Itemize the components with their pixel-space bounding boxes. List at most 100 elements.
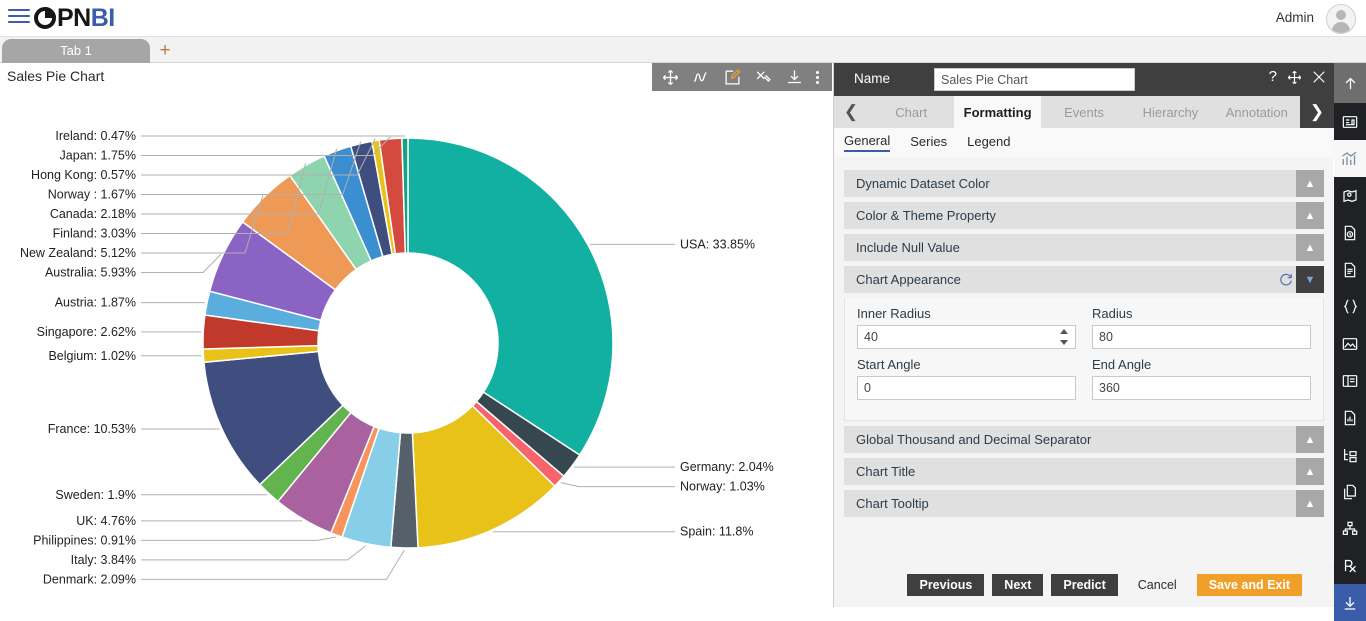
- data-clock-icon[interactable]: [1334, 214, 1366, 251]
- section-title: Color & Theme Property: [856, 208, 996, 223]
- download-icon[interactable]: [1334, 584, 1366, 621]
- tab-annotation[interactable]: Annotation: [1214, 96, 1300, 128]
- app-logo[interactable]: PNBI: [34, 3, 115, 33]
- pie-slice-label: France: 10.53%: [48, 422, 136, 436]
- section-dynamic-dataset-color[interactable]: Dynamic Dataset Color ▲: [844, 170, 1324, 197]
- radius-input[interactable]: [1092, 325, 1311, 349]
- collapse-up-icon[interactable]: [1334, 63, 1366, 103]
- pie-label-leader: [141, 253, 222, 274]
- move-icon[interactable]: [1287, 70, 1302, 85]
- move-icon[interactable]: [661, 68, 679, 86]
- radius-field: Radius: [1092, 306, 1311, 349]
- subtab-general[interactable]: General: [844, 133, 891, 152]
- pie-slice-label: Philippines: 0.91%: [33, 533, 136, 547]
- pie-slice-label: Australia: 5.93%: [45, 266, 136, 280]
- chart-icon[interactable]: [1334, 140, 1366, 177]
- section-include-null-value[interactable]: Include Null Value ▲: [844, 234, 1324, 261]
- inner-radius-stepper[interactable]: [1060, 329, 1069, 345]
- section-chart-title[interactable]: Chart Title ▲: [844, 458, 1324, 485]
- tab-hierarchy[interactable]: Hierarchy: [1127, 96, 1213, 128]
- chevron-left-icon[interactable]: ❮: [834, 96, 868, 128]
- dashboard-icon[interactable]: [1334, 103, 1366, 140]
- radius-label: Radius: [1092, 306, 1133, 321]
- config-header: Name ?: [834, 63, 1334, 96]
- end-angle-field: End Angle: [1092, 357, 1311, 400]
- previous-button[interactable]: Previous: [907, 574, 985, 596]
- settings-tools-icon[interactable]: [754, 68, 772, 86]
- section-title: Chart Title: [856, 464, 916, 479]
- pie-chart[interactable]: USA: 33.85% Germany: 2.04% Norway: 1.03% Sp…: [0, 91, 832, 607]
- avatar[interactable]: [1326, 4, 1356, 34]
- name-label: Name: [854, 71, 891, 86]
- more-options-icon[interactable]: [816, 70, 819, 84]
- close-icon[interactable]: [1312, 70, 1326, 84]
- section-chart-tooltip[interactable]: Chart Tooltip ▲: [844, 490, 1324, 517]
- section-chart-appearance[interactable]: Chart Appearance ▼: [844, 266, 1324, 293]
- inner-radius-label: Inner Radius: [857, 306, 931, 321]
- section-title: Chart Tooltip: [856, 496, 929, 511]
- map-icon[interactable]: [1334, 177, 1366, 214]
- tab-events[interactable]: Events: [1041, 96, 1127, 128]
- download-icon[interactable]: [785, 68, 803, 86]
- chevron-up-icon[interactable]: ▲: [1296, 170, 1324, 197]
- tab-formatting[interactable]: Formatting: [954, 96, 1041, 128]
- config-body: Dynamic Dataset Color ▲ Color & Theme Pr…: [834, 162, 1334, 562]
- chevron-up-icon[interactable]: ▲: [1296, 458, 1324, 485]
- start-angle-label: Start Angle: [857, 357, 921, 372]
- pie-slice-label: USA: 33.85%: [680, 237, 755, 251]
- copy-icon[interactable]: [1334, 473, 1366, 510]
- tab-tab1[interactable]: Tab 1: [2, 39, 150, 63]
- edit-icon[interactable]: [723, 68, 741, 86]
- scribble-icon[interactable]: [692, 68, 710, 86]
- chevron-right-icon[interactable]: ❯: [1300, 96, 1335, 128]
- radius-row: Inner Radius Radius: [857, 306, 1311, 357]
- chart-panel-toolbar: [652, 63, 832, 91]
- add-tab-button[interactable]: +: [154, 39, 176, 63]
- chart-panel-header: Sales Pie Chart: [0, 63, 832, 91]
- image-icon[interactable]: [1334, 325, 1366, 362]
- pie-slice-label: Denmark: 2.09%: [43, 572, 136, 586]
- chevron-up-icon[interactable]: ▲: [1296, 426, 1324, 453]
- next-button[interactable]: Next: [992, 574, 1044, 596]
- config-footer: Previous Next Predict Cancel Save and Ex…: [834, 563, 1334, 607]
- document-icon[interactable]: [1334, 251, 1366, 288]
- inner-radius-input[interactable]: [857, 325, 1076, 349]
- predict-button[interactable]: Predict: [1051, 574, 1118, 596]
- prescription-icon[interactable]: [1334, 547, 1366, 584]
- tab-strip: Tab 1 + ?: [0, 37, 1366, 97]
- hamburger-icon[interactable]: [8, 9, 30, 27]
- cancel-button[interactable]: Cancel: [1126, 574, 1189, 596]
- tab-chart[interactable]: Chart: [868, 96, 954, 128]
- logo-pie-icon: [34, 7, 56, 29]
- end-angle-input[interactable]: [1092, 376, 1311, 400]
- config-subtabs: General Series Legend: [834, 128, 1334, 157]
- section-title: Chart Appearance: [856, 272, 961, 287]
- pie-slice[interactable]: [407, 137, 614, 457]
- report-icon[interactable]: [1334, 399, 1366, 436]
- refresh-icon[interactable]: [1276, 273, 1296, 287]
- logo-text-dark: PN: [57, 4, 91, 32]
- chevron-up-icon[interactable]: ▲: [1296, 202, 1324, 229]
- tree-icon[interactable]: [1334, 436, 1366, 473]
- subtab-series[interactable]: Series: [910, 134, 947, 151]
- panel-icon[interactable]: [1334, 362, 1366, 399]
- chart-config-panel: Name ? ❮ Chart Formatting Events Hierarc…: [833, 63, 1335, 607]
- config-header-icons: ?: [1269, 69, 1326, 85]
- chevron-up-icon[interactable]: ▲: [1296, 490, 1324, 517]
- pie-slice-label: Germany: 2.04%: [680, 460, 774, 474]
- org-chart-icon[interactable]: [1334, 510, 1366, 547]
- pie-slice-label: Belgium: 1.02%: [48, 349, 136, 363]
- chevron-down-icon[interactable]: ▼: [1296, 266, 1324, 293]
- section-color-theme-property[interactable]: Color & Theme Property ▲: [844, 202, 1324, 229]
- section-global-separator[interactable]: Global Thousand and Decimal Separator ▲: [844, 426, 1324, 453]
- pie-slice-label: Japan: 1.75%: [60, 149, 136, 163]
- chevron-up-icon[interactable]: ▲: [1296, 234, 1324, 261]
- braces-icon[interactable]: [1334, 288, 1366, 325]
- save-and-exit-button[interactable]: Save and Exit: [1196, 574, 1302, 596]
- subtab-legend[interactable]: Legend: [967, 134, 1010, 151]
- help-icon[interactable]: ?: [1269, 69, 1277, 85]
- chart-name-input[interactable]: [934, 68, 1135, 91]
- start-angle-input[interactable]: [857, 376, 1076, 400]
- top-bar: PNBI Admin: [0, 0, 1366, 37]
- chart-panel-title: Sales Pie Chart: [7, 68, 105, 84]
